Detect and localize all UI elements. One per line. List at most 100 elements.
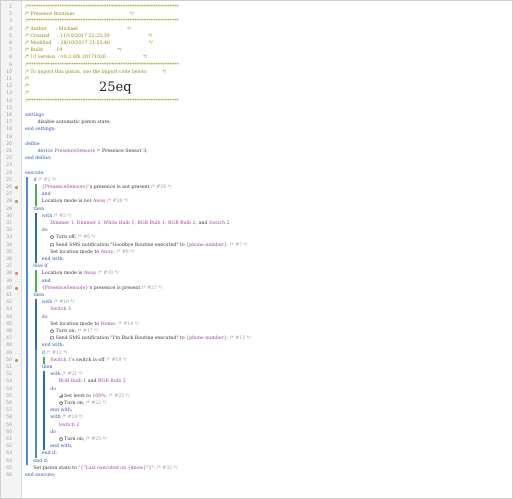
code-text: /* [25, 83, 29, 90]
code-token: Location mode is [41, 271, 84, 277]
condition-marker-icon[interactable] [15, 272, 18, 276]
code-token: Location mode is not [41, 199, 94, 205]
code-token: disable automatic piston state; [37, 120, 111, 126]
code-token: RGB Bulb 1 [58, 379, 87, 385]
code-token: with [41, 213, 54, 219]
code-token: /***************************************… [25, 19, 179, 25]
code-text: /* Modified : 28/10/2017 21:55:46 */ [25, 40, 153, 47]
line-number: 58 [6, 415, 12, 421]
condition-marker-icon[interactable] [15, 286, 18, 290]
line-number: 23 [6, 163, 12, 169]
line-number: 4 [9, 26, 12, 32]
code-line: 39 and [1, 278, 512, 285]
code-line: 40 {PresenceSensors}'s presence is presen… [1, 285, 512, 292]
import-code: 25eq [99, 80, 132, 95]
code-text: Location mode is Away /* #30 */ [42, 270, 119, 277]
line-number: 66 [6, 473, 12, 478]
line-number: 8 [9, 55, 12, 61]
code-text: then [42, 364, 53, 371]
line-number: 34 [6, 242, 12, 248]
code-text: end if; [42, 450, 57, 457]
code-text: Switch 1's switch is off /* #18 */ [50, 357, 127, 364]
code-text: /* Presence Routines */ [25, 11, 134, 18]
code-text: end execute; [25, 472, 55, 479]
code-text: do [42, 227, 48, 234]
code-line: 59 Switch 2 [1, 422, 512, 429]
code-text: do [42, 314, 48, 321]
code-line: 7 /* Build : 19 */ [1, 47, 512, 54]
code-line: 43 Switch 3 [1, 306, 512, 313]
code-line: 15 [1, 105, 512, 112]
code-text: /***************************************… [25, 98, 179, 105]
line-number: 63 [6, 451, 12, 457]
code-text: with /* #5 */ [42, 213, 72, 220]
code-token: Send SMS notification "I'm Back Routine … [54, 336, 187, 342]
code-text: with /* #16 */ [42, 299, 75, 306]
code-token: Away [100, 249, 114, 255]
code-text: Switch 3 [50, 306, 71, 313]
code-token: Switch 2 [208, 221, 230, 226]
code-line: 36 end with; [1, 256, 512, 263]
line-number: 6 [9, 41, 12, 46]
block-bar [43, 356, 45, 364]
code-token: /* To import this piston, use the import… [25, 69, 167, 75]
code-token: {PresenceSensors} [41, 285, 89, 291]
code-token: /* #24 */ [62, 415, 83, 421]
code-text: and [42, 278, 51, 285]
code-token: end with; [41, 257, 65, 262]
code-token: /* #30 */ [96, 271, 119, 277]
line-number: 27 [6, 192, 12, 198]
code-token: else if [33, 264, 48, 270]
code-token: end define; [25, 156, 52, 162]
line-number: 48 [6, 343, 12, 349]
code-token: execute [25, 170, 44, 176]
code-token: /* #22 */ [85, 401, 107, 406]
code-token: Away [93, 199, 106, 205]
code-token: Set level to [62, 393, 93, 399]
code-line: 51 then [1, 364, 512, 371]
condition-marker-icon[interactable] [15, 186, 18, 189]
code-line: 62 end with; [1, 443, 512, 450]
code-line: 1 /**************************************… [1, 4, 512, 11]
code-text: Turn on; /* #22 */ [58, 400, 107, 407]
code-text: end settings; [25, 126, 56, 133]
code-text: Set location mode to Home; /* #14 */ [50, 321, 138, 328]
line-number: 52 [6, 372, 12, 378]
piston-viewer: 1 /**************************************… [0, 0, 513, 499]
code-line: 4 /* Author : Michael */ [1, 26, 512, 33]
code-token: do [50, 429, 57, 435]
code-line: 65 Set piston state to "{"Last executed o… [1, 465, 512, 472]
code-text: else if [33, 263, 47, 270]
code-text: then [33, 292, 44, 299]
condition-marker-icon[interactable] [15, 200, 18, 204]
code-token: "{"Last executed on {$now}"}" [78, 465, 154, 471]
code-line: 25 if /* #2 */ [1, 177, 512, 184]
code-token: /***************************************… [25, 5, 179, 10]
block-bar [26, 176, 29, 465]
code-token: Switch 3 [50, 307, 71, 313]
code-line: 13 /* [1, 90, 512, 97]
code-text: with /* #21 */ [50, 371, 83, 378]
line-number: 54 [6, 386, 12, 392]
line-number: 43 [6, 307, 12, 313]
line-number: 33 [6, 235, 12, 241]
line-number: 12 [6, 84, 12, 90]
code-token: /* #12 */ [46, 350, 68, 356]
code-token: /* #16 */ [53, 300, 75, 306]
code-line: 2 /* Presence Routines */ [1, 11, 512, 18]
line-number: 24 [6, 170, 12, 176]
code-text: Turn on; /* #25 */ [58, 436, 107, 443]
code-line: 16 settings [1, 112, 512, 119]
code-text: end if; [33, 458, 48, 465]
condition-marker-icon[interactable] [15, 358, 18, 362]
code-line: 54 do [1, 386, 512, 393]
code-text: Switch 2 [59, 422, 80, 429]
code-token: then [33, 293, 45, 298]
code-text: and [42, 191, 51, 198]
line-number: 14 [6, 98, 12, 104]
line-number: 57 [6, 408, 12, 414]
code-token: end with; [50, 408, 73, 414]
line-number: 11 [6, 77, 12, 82]
line-number: 15 [6, 105, 12, 111]
code-token: /* #28 */ [105, 199, 128, 205]
